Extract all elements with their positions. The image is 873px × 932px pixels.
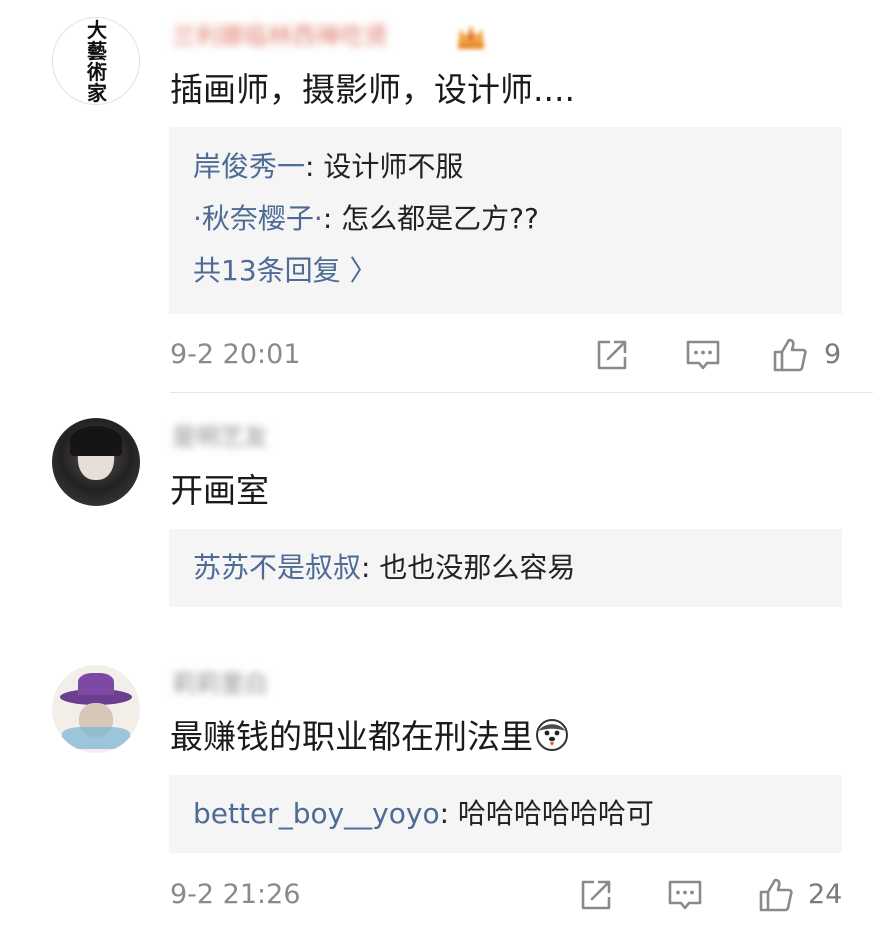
comment-text-content: 最赚钱的职业都在刑法里: [170, 717, 533, 756]
reply-separator: :: [305, 150, 324, 183]
avatar-hat-top: [78, 673, 114, 695]
comment-item: 莉莉里白 最赚钱的职业都在刑法里 better_boy__yoyo: 哈哈哈哈哈…: [0, 645, 873, 932]
more-replies-link[interactable]: 共13条回复 〉: [193, 251, 378, 291]
reply-item[interactable]: 苏苏不是叔叔: 也也没那么容易: [193, 548, 575, 588]
comment-text: 最赚钱的职业都在刑法里: [170, 715, 569, 759]
username[interactable]: 兰利娜临林西禅吃贤: [172, 18, 388, 54]
reply-author[interactable]: 岸俊秀一: [193, 150, 305, 183]
reply-separator: :: [322, 202, 342, 235]
username[interactable]: 是明艺友: [172, 419, 268, 455]
like-count: 24: [808, 879, 843, 910]
username[interactable]: 莉莉里白: [172, 666, 268, 702]
comment-text: 开画室: [170, 471, 269, 510]
reply-separator: :: [361, 551, 380, 584]
reply-text: 哈哈哈哈哈哈可: [457, 797, 654, 830]
reply-item[interactable]: better_boy__yoyo: 哈哈哈哈哈哈可: [193, 794, 654, 834]
reply-item[interactable]: ·秋奈樱子·: 怎么都是乙方??: [193, 199, 539, 239]
reply-separator: :: [439, 797, 458, 830]
comment-item: 是明艺友 开画室 苏苏不是叔叔: 也也没那么容易: [0, 393, 873, 633]
husky-emoji-icon: [536, 719, 568, 751]
reply-box[interactable]: 苏苏不是叔叔: 也也没那么容易: [169, 529, 842, 607]
reply-author[interactable]: 苏苏不是叔叔: [193, 551, 361, 584]
like-count: 9: [824, 339, 842, 370]
reply-author[interactable]: better_boy__yoyo: [193, 797, 440, 830]
share-icon[interactable]: [578, 877, 614, 913]
avatar[interactable]: 大藝術家: [52, 17, 140, 105]
reply-text: 设计师不服: [323, 150, 464, 183]
reply-text: 怎么都是乙方??: [341, 202, 539, 235]
reply-author[interactable]: ·秋奈樱子·: [193, 202, 323, 235]
comment-meta: 9-2 21:26 24: [0, 875, 873, 915]
avatar[interactable]: [52, 665, 140, 753]
share-icon[interactable]: [594, 337, 630, 373]
reply-text: 也也没那么容易: [379, 551, 576, 584]
reply-box[interactable]: 岸俊秀一: 设计师不服 ·秋奈樱子·: 怎么都是乙方?? 共13条回复 〉: [169, 127, 842, 314]
like-icon[interactable]: [758, 877, 794, 913]
avatar-text: 大藝術家: [87, 18, 107, 105]
avatar[interactable]: [52, 418, 140, 506]
timestamp: 9-2 21:26: [170, 879, 301, 910]
comment-meta: 9-2 20:01 9: [0, 335, 873, 375]
reply-item[interactable]: 岸俊秀一: 设计师不服: [193, 147, 463, 187]
timestamp: 9-2 20:01: [170, 339, 301, 370]
avatar-accent: [62, 727, 130, 749]
comment-text: 插画师，摄影师，设计师....: [170, 70, 575, 109]
comment-icon[interactable]: [667, 877, 703, 913]
crown-badge-icon: [458, 25, 484, 49]
avatar-hair: [70, 426, 122, 456]
comment-item: 大藝術家 兰利娜临林西禅吃贤 插画师，摄影师，设计师.... 岸俊秀一: 设计师…: [0, 0, 873, 392]
like-icon[interactable]: [772, 337, 808, 373]
reply-box[interactable]: better_boy__yoyo: 哈哈哈哈哈哈可: [169, 775, 842, 853]
comment-icon[interactable]: [685, 337, 721, 373]
